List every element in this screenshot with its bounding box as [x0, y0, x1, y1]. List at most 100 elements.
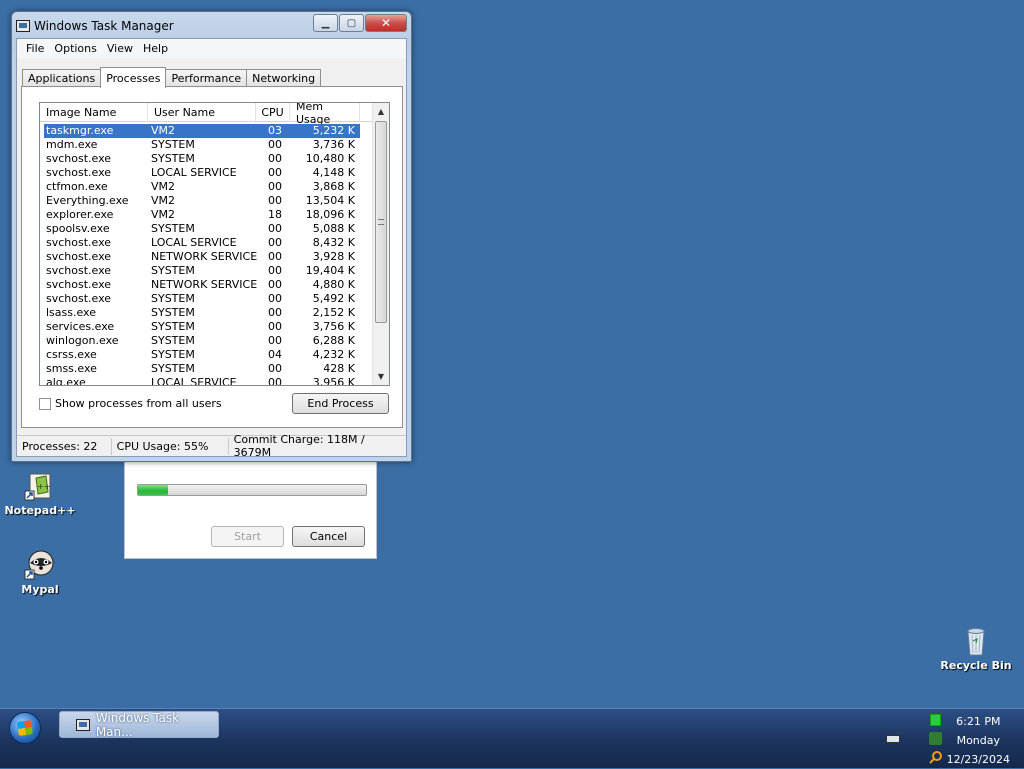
table-row[interactable]: svchost.exe LOCAL SERVICE 00 4,148 K [44, 166, 360, 180]
process-image-name: svchost.exe [46, 166, 112, 179]
desktop-icon-label: Mypal [21, 583, 59, 596]
end-process-button[interactable]: End Process [292, 393, 389, 414]
process-mem-usage: 5,492 K [312, 292, 355, 305]
table-row[interactable]: explorer.exe VM2 18 18,096 K [44, 208, 360, 222]
process-image-name: Everything.exe [46, 194, 129, 207]
minimize-button[interactable]: ▁ [313, 14, 338, 32]
table-row[interactable]: smss.exe SYSTEM 00 428 K [44, 362, 360, 376]
table-row[interactable]: svchost.exe SYSTEM 00 19,404 K [44, 264, 360, 278]
tab-networking[interactable]: Networking [246, 69, 322, 87]
table-row[interactable]: svchost.exe NETWORK SERVICE 00 4,880 K [44, 278, 360, 292]
table-row[interactable]: alg.exe LOCAL SERVICE 00 3,956 K [44, 376, 360, 386]
maximize-button[interactable]: ▢ [339, 14, 364, 32]
tab-applications[interactable]: Applications [22, 69, 102, 87]
menu-view[interactable]: View [102, 42, 138, 55]
process-cpu: 00 [268, 292, 282, 305]
battery-green-icon[interactable] [930, 714, 941, 726]
installer-window: Start Cancel [124, 455, 377, 559]
column-cpu[interactable]: CPU [256, 103, 290, 122]
close-button[interactable]: ✕ [365, 14, 407, 32]
scroll-up-icon[interactable]: ▲ [373, 103, 389, 120]
start-button[interactable]: Start [211, 526, 284, 547]
table-row[interactable]: svchost.exe NETWORK SERVICE 00 3,928 K [44, 250, 360, 264]
process-cpu: 00 [268, 334, 282, 347]
process-cpu: 00 [268, 376, 282, 386]
process-image-name: winlogon.exe [46, 334, 119, 347]
network-icon[interactable] [929, 732, 942, 745]
table-row[interactable]: spoolsv.exe SYSTEM 00 5,088 K [44, 222, 360, 236]
process-mem-usage: 18,096 K [305, 208, 355, 221]
close-icon: ✕ [380, 16, 392, 30]
process-image-name: taskmgr.exe [46, 124, 114, 137]
column-user-name[interactable]: User Name [148, 103, 256, 122]
process-user-name: VM2 [151, 180, 176, 193]
desktop-icon-mypal[interactable]: Mypal [2, 549, 78, 596]
process-image-name: csrss.exe [46, 348, 97, 361]
keyboard-icon[interactable] [886, 735, 900, 743]
process-image-name: services.exe [46, 320, 115, 333]
process-mem-usage: 6,288 K [312, 334, 355, 347]
table-row[interactable]: svchost.exe SYSTEM 00 10,480 K [44, 152, 360, 166]
svg-text:++: ++ [37, 482, 50, 491]
process-mem-usage: 4,880 K [312, 278, 355, 291]
vertical-scrollbar[interactable]: ▲ ▼ [372, 103, 389, 385]
table-row[interactable]: lsass.exe SYSTEM 00 2,152 K [44, 306, 360, 320]
progress-fill [138, 485, 168, 495]
table-row[interactable]: winlogon.exe SYSTEM 00 6,288 K [44, 334, 360, 348]
table-row[interactable]: Everything.exe VM2 00 13,504 K [44, 194, 360, 208]
process-mem-usage: 5,232 K [312, 124, 355, 137]
column-image-name[interactable]: Image Name [40, 103, 148, 122]
table-row[interactable]: svchost.exe SYSTEM 00 5,492 K [44, 292, 360, 306]
desktop-icon-label: Notepad++ [4, 504, 76, 517]
status-commit-charge: Commit Charge: 118M / 3679M [233, 433, 365, 459]
table-row[interactable]: svchost.exe LOCAL SERVICE 00 8,432 K [44, 236, 360, 250]
table-row[interactable]: mdm.exe SYSTEM 00 3,736 K [44, 138, 360, 152]
search-icon[interactable] [929, 750, 942, 764]
table-row[interactable]: ctfmon.exe VM2 00 3,868 K [44, 180, 360, 194]
process-mem-usage: 4,232 K [312, 348, 355, 361]
process-user-name: LOCAL SERVICE [151, 376, 237, 386]
process-list[interactable]: Image Name User Name CPU Mem Usage taskm… [39, 102, 390, 386]
install-progress-bar [137, 484, 367, 496]
show-all-users-option[interactable]: Show processes from all users [39, 397, 222, 410]
desktop-icon-recycle-bin[interactable]: Recycle Bin [938, 625, 1014, 672]
column-mem-usage[interactable]: Mem Usage [290, 103, 360, 126]
tab-performance[interactable]: Performance [165, 69, 248, 87]
desktop-icon-notepad-plus-plus[interactable]: ++ Notepad++ [2, 470, 78, 517]
show-all-users-label: Show processes from all users [55, 397, 222, 410]
table-row[interactable]: csrss.exe SYSTEM 04 4,232 K [44, 348, 360, 362]
scroll-down-icon[interactable]: ▼ [373, 368, 389, 385]
process-cpu: 00 [268, 264, 282, 277]
table-row[interactable]: taskmgr.exe VM2 03 5,232 K [44, 124, 360, 138]
clock[interactable]: 6:21 PM Monday 12/23/2024 [947, 712, 1010, 769]
process-image-name: svchost.exe [46, 236, 112, 249]
show-all-users-checkbox[interactable] [39, 397, 51, 410]
menu-help[interactable]: Help [138, 42, 173, 55]
tab-strip: Applications Processes Performance Netwo… [22, 67, 322, 88]
process-image-name: ctfmon.exe [46, 180, 108, 193]
process-user-name: SYSTEM [151, 264, 195, 277]
process-image-name: lsass.exe [46, 306, 96, 319]
task-manager-window: Windows Task Manager ▁ ▢ ✕ File Options … [11, 11, 412, 462]
process-cpu: 00 [268, 362, 282, 375]
process-image-name: explorer.exe [46, 208, 114, 221]
clock-day: Monday [956, 734, 1001, 747]
process-cpu: 18 [268, 208, 282, 221]
process-mem-usage: 3,868 K [312, 180, 355, 193]
menu-options[interactable]: Options [49, 42, 101, 55]
scroll-thumb[interactable] [375, 121, 387, 323]
recycle-bin-icon [960, 625, 992, 657]
cancel-button[interactable]: Cancel [292, 526, 365, 547]
taskbar-button-task-manager[interactable]: Windows Task Man... [59, 711, 219, 739]
process-mem-usage: 3,756 K [312, 320, 355, 333]
process-user-name: LOCAL SERVICE [151, 166, 237, 179]
process-mem-usage: 3,928 K [312, 250, 355, 263]
menu-file[interactable]: File [21, 42, 49, 55]
table-row[interactable]: services.exe SYSTEM 00 3,756 K [44, 320, 360, 334]
process-cpu: 00 [268, 180, 282, 193]
tab-processes[interactable]: Processes [100, 67, 167, 88]
start-button[interactable] [9, 712, 41, 744]
title-bar[interactable]: Windows Task Manager [16, 16, 174, 36]
status-cpu-usage: CPU Usage: 55% [112, 437, 229, 455]
process-cpu: 03 [268, 124, 282, 137]
